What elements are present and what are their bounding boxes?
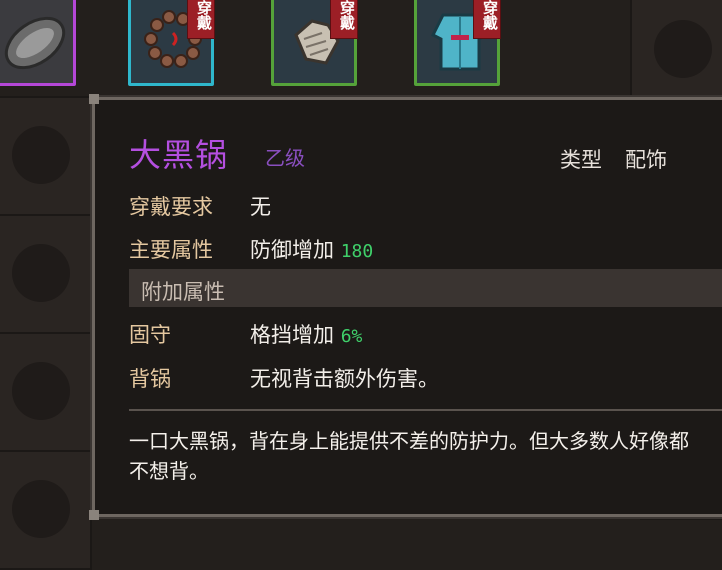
- item-grade: 乙级: [265, 146, 305, 170]
- requirement-label: 穿戴要求: [129, 195, 213, 219]
- panel-corner: [89, 94, 99, 104]
- inventory-cell[interactable]: [0, 214, 92, 334]
- equipment-slot-robe[interactable]: 穿戴: [414, 0, 501, 86]
- panel-corner: [89, 510, 99, 520]
- extra-attr-value: 格挡增加 6%: [250, 319, 362, 349]
- extra-attr-label: 固守: [129, 323, 171, 347]
- inventory-cell[interactable]: [0, 96, 92, 216]
- item-description: 一口大黑锅，背在身上能提供不差的防护力。但大多数人好像都不想背。: [129, 429, 689, 483]
- main-attr-value: 防御增加 180: [250, 234, 373, 264]
- equipped-badge: 穿戴: [187, 0, 215, 39]
- extra-attr-value: 无视背击额外伤害。: [250, 367, 439, 391]
- equipment-slot-gloves[interactable]: 穿戴: [271, 0, 358, 86]
- extra-attr-label: 背锅: [129, 367, 171, 391]
- requirement-value: 无: [250, 195, 271, 219]
- inventory-cell[interactable]: [0, 332, 92, 452]
- inventory-cell[interactable]: [630, 0, 722, 110]
- extra-attr-text: 格挡增加: [250, 323, 334, 347]
- equipment-slot-beads[interactable]: 穿戴: [128, 0, 215, 86]
- type-label: 类型: [560, 148, 602, 172]
- divider: [129, 409, 722, 411]
- item-tooltip: 大黑锅 乙级 类型 配饰 穿戴要求 无 主要属性 防御增加 180 附加属性 固…: [89, 94, 722, 520]
- type-value: 配饰: [625, 148, 667, 172]
- main-attr-text: 防御增加: [250, 238, 334, 262]
- equipped-badge: 穿戴: [473, 0, 501, 39]
- main-attr-number: 180: [340, 241, 374, 262]
- equipment-slot-wok[interactable]: [0, 0, 76, 86]
- main-attr-label: 主要属性: [129, 238, 213, 262]
- wok-icon: [4, 16, 66, 70]
- inventory-cell[interactable]: [0, 450, 92, 570]
- item-name: 大黑锅: [129, 136, 229, 174]
- extra-attr-number: 6%: [340, 326, 363, 347]
- equipped-badge: 穿戴: [330, 0, 358, 39]
- extra-attrs-header: 附加属性: [129, 269, 722, 307]
- extra-attrs-title: 附加属性: [141, 280, 225, 304]
